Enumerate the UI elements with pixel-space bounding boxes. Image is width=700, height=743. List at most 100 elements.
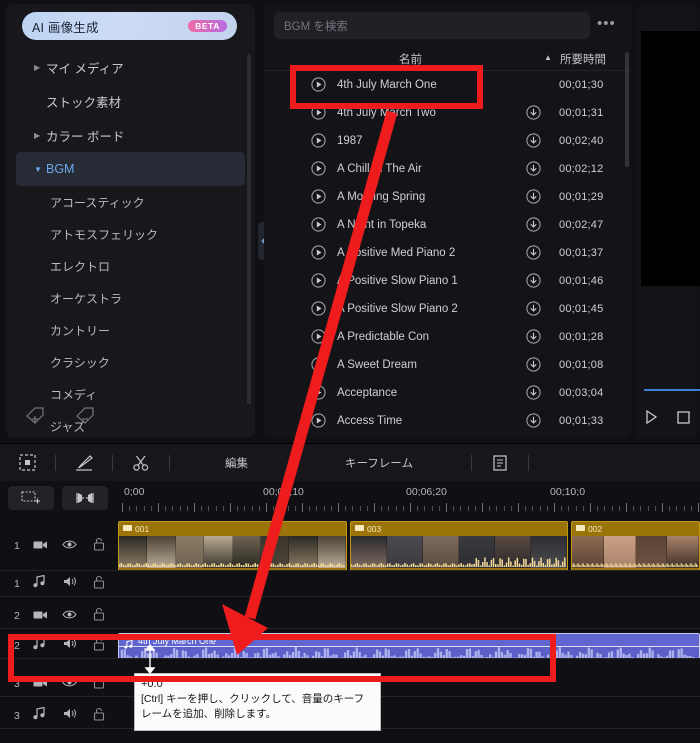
sidebar-subitem-country[interactable]: カントリー bbox=[6, 314, 255, 346]
play-icon[interactable] bbox=[311, 329, 326, 349]
download-icon[interactable] bbox=[526, 161, 541, 181]
tab-keyframe[interactable]: キーフレーム bbox=[345, 455, 413, 471]
ai-image-generation-button[interactable]: AI 画像生成 BETA bbox=[22, 12, 237, 40]
track-body[interactable]: 4th July March One bbox=[118, 633, 700, 659]
lock-icon[interactable] bbox=[93, 575, 105, 594]
media-list-item[interactable]: A Positive Slow Piano 2 00;01;45 bbox=[264, 295, 631, 323]
eye-icon[interactable] bbox=[62, 675, 77, 693]
download-icon[interactable] bbox=[526, 273, 541, 293]
download-icon[interactable] bbox=[526, 413, 541, 433]
snap-button[interactable] bbox=[62, 485, 108, 510]
sidebar-scrollbar[interactable] bbox=[247, 54, 251, 404]
speaker-icon[interactable] bbox=[62, 707, 77, 725]
sidebar-item-color-board[interactable]: ▶ カラー ボード bbox=[16, 118, 245, 152]
stop-icon[interactable] bbox=[675, 409, 691, 425]
video-clip[interactable]: 002 bbox=[571, 521, 700, 571]
sort-ascending-icon[interactable]: ▲ bbox=[544, 53, 552, 62]
timeline-audio-clip[interactable]: 4th July March One bbox=[118, 633, 700, 659]
add-track-button[interactable] bbox=[8, 485, 54, 510]
eye-icon[interactable] bbox=[62, 537, 77, 555]
media-list-item[interactable]: A Night in Topeka 00;02;47 bbox=[264, 211, 631, 239]
track-body[interactable]: 001 003 002 bbox=[118, 521, 700, 571]
tag-add-icon[interactable] bbox=[24, 406, 46, 424]
download-icon[interactable] bbox=[526, 189, 541, 209]
lock-icon[interactable] bbox=[93, 675, 105, 694]
track-body[interactable] bbox=[118, 603, 700, 629]
media-list-item[interactable]: 4th July March One 00;01;30 bbox=[264, 71, 631, 99]
sidebar-subitem-acoustic[interactable]: アコースティック bbox=[6, 186, 255, 218]
speaker-icon[interactable] bbox=[62, 637, 77, 655]
play-icon[interactable] bbox=[643, 409, 659, 425]
preview-progress-bar[interactable] bbox=[644, 389, 700, 391]
media-list-item[interactable]: A Sweet Dream 00;01;08 bbox=[264, 351, 631, 379]
speaker-icon[interactable] bbox=[62, 575, 77, 593]
lock-icon[interactable] bbox=[93, 607, 105, 626]
lock-icon[interactable] bbox=[93, 707, 105, 726]
media-list-item[interactable]: 4th July March Two 00;01;31 bbox=[264, 99, 631, 127]
sidebar-subitem-orchestra[interactable]: オーケストラ bbox=[6, 282, 255, 314]
video-clip[interactable]: 003 bbox=[350, 521, 568, 571]
sidebar-subitem-atmospheric[interactable]: アトモスフェリック bbox=[6, 218, 255, 250]
tab-edit[interactable]: 編集 bbox=[225, 455, 248, 471]
tag-remove-icon[interactable] bbox=[74, 406, 96, 424]
sidebar-subitem-classic[interactable]: クラシック bbox=[6, 346, 255, 378]
play-icon[interactable] bbox=[311, 357, 326, 377]
more-options-button[interactable]: ••• bbox=[597, 16, 616, 31]
download-icon[interactable] bbox=[526, 133, 541, 153]
media-list-item[interactable]: A Positive Med Piano 2 00;01;37 bbox=[264, 239, 631, 267]
track-header[interactable]: 3 bbox=[0, 671, 118, 697]
play-icon[interactable] bbox=[311, 413, 326, 433]
media-list-item[interactable]: Access Time 00;01;33 bbox=[264, 407, 631, 435]
column-header-name[interactable]: 名前 bbox=[399, 51, 422, 67]
lock-icon[interactable] bbox=[93, 537, 105, 556]
sidebar-item-my-media[interactable]: ▶ マイ メディア bbox=[16, 50, 245, 84]
search-input[interactable]: BGM を検索 bbox=[274, 12, 590, 39]
play-icon[interactable] bbox=[311, 301, 326, 321]
download-icon[interactable] bbox=[526, 217, 541, 237]
sidebar-item-stock-material[interactable]: ▶ ストック素材 bbox=[16, 84, 245, 118]
track-number: 3 bbox=[14, 710, 20, 722]
video-clip[interactable]: 001 bbox=[118, 521, 347, 571]
media-list-item[interactable]: 1987 00;02;40 bbox=[264, 127, 631, 155]
download-icon[interactable] bbox=[526, 357, 541, 377]
track-header[interactable]: 2 bbox=[0, 603, 118, 629]
play-icon[interactable] bbox=[311, 105, 326, 125]
media-list-item[interactable]: A Positive Slow Piano 1 00;01;46 bbox=[264, 267, 631, 295]
sidebar-item-bgm[interactable]: ▼ BGM bbox=[16, 152, 245, 186]
play-icon[interactable] bbox=[311, 385, 326, 405]
play-icon[interactable] bbox=[311, 77, 326, 97]
media-list-item[interactable]: A Predictable Con 00;01;28 bbox=[264, 323, 631, 351]
crop-tool-button[interactable] bbox=[12, 451, 42, 475]
track-body[interactable] bbox=[118, 571, 700, 597]
volume-drag-handle[interactable] bbox=[144, 643, 156, 675]
pen-tool-button[interactable] bbox=[69, 451, 99, 475]
timeline-ruler[interactable]: 0;00 00;03;10 00;06;20 00;10;0 bbox=[118, 481, 700, 521]
play-icon[interactable] bbox=[311, 189, 326, 209]
download-icon[interactable] bbox=[526, 105, 541, 125]
media-list-scrollbar[interactable] bbox=[625, 52, 629, 167]
play-icon[interactable] bbox=[311, 217, 326, 237]
lock-icon[interactable] bbox=[93, 637, 105, 656]
play-icon[interactable] bbox=[311, 161, 326, 181]
play-icon[interactable] bbox=[311, 273, 326, 293]
notes-button[interactable] bbox=[485, 451, 515, 475]
ruler-label: 00;10;0 bbox=[550, 486, 586, 498]
track-header[interactable]: 2 bbox=[0, 633, 118, 659]
media-list-item[interactable]: Acceptance 00;03;04 bbox=[264, 379, 631, 407]
play-icon[interactable] bbox=[311, 245, 326, 265]
play-icon[interactable] bbox=[311, 133, 326, 153]
download-icon[interactable] bbox=[526, 245, 541, 265]
track-header[interactable]: 3 bbox=[0, 703, 118, 729]
sidebar-subitem-electro[interactable]: エレクトロ bbox=[6, 250, 255, 282]
track-header[interactable]: 1 bbox=[0, 571, 118, 597]
track-header[interactable]: 1 bbox=[0, 521, 118, 571]
media-list-item[interactable]: A Chill In The Air 00;02;12 bbox=[264, 155, 631, 183]
download-icon[interactable] bbox=[526, 329, 541, 349]
download-icon[interactable] bbox=[526, 301, 541, 321]
column-header-duration[interactable]: 所要時間 bbox=[560, 51, 606, 67]
eye-icon[interactable] bbox=[62, 607, 77, 625]
cut-tool-button[interactable] bbox=[126, 451, 156, 475]
download-icon[interactable] bbox=[526, 385, 541, 405]
music-track-icon bbox=[33, 574, 45, 593]
media-list-item[interactable]: A Morning Spring 00;01;29 bbox=[264, 183, 631, 211]
